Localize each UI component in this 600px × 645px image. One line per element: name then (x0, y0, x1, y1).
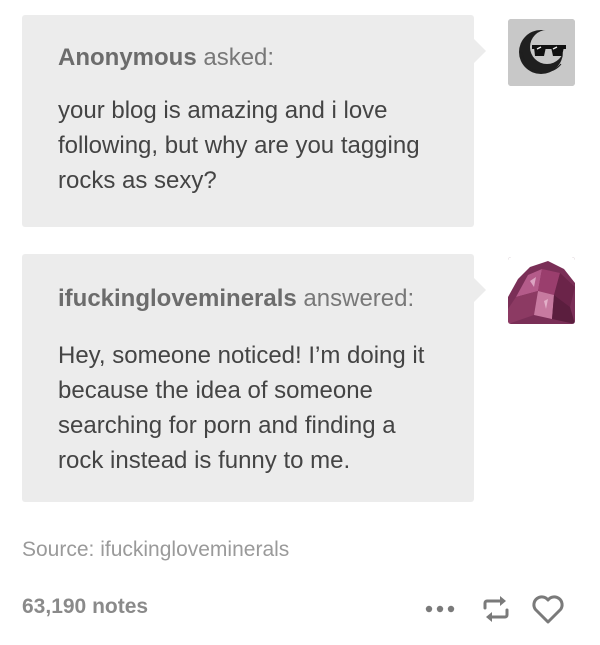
question-text: your blog is amazing and i love followin… (58, 97, 420, 194)
asker-avatar[interactable] (508, 19, 575, 86)
source-link[interactable]: Source: ifuckingloveminerals (22, 538, 289, 562)
more-dots-icon (425, 605, 455, 613)
asker-name[interactable]: Anonymous (58, 44, 197, 71)
answerer-avatar[interactable] (508, 257, 575, 324)
reblog-button[interactable] (478, 592, 514, 626)
reblog-icon (483, 596, 509, 622)
answered-label: answered: (303, 285, 415, 312)
question-header: Anonymous asked: (58, 43, 438, 73)
more-button[interactable] (422, 592, 458, 626)
amethyst-crystal-avatar-icon (508, 257, 575, 324)
answer-bubble: ifuckingloveminerals answered: Hey, some… (22, 254, 486, 502)
answerer-name[interactable]: ifuckingloveminerals (58, 285, 297, 312)
notes-count[interactable]: 63,190 notes (22, 595, 148, 619)
answer-header: ifuckingloveminerals answered: (58, 284, 438, 314)
question-bubble: Anonymous asked: your blog is amazing an… (22, 15, 486, 227)
heart-icon (532, 595, 564, 624)
answer-text: Hey, someone noticed! I’m doing it becau… (58, 342, 425, 474)
like-button[interactable] (530, 592, 566, 626)
asked-label: asked: (203, 44, 275, 71)
moon-sunglasses-avatar-icon (508, 19, 575, 86)
